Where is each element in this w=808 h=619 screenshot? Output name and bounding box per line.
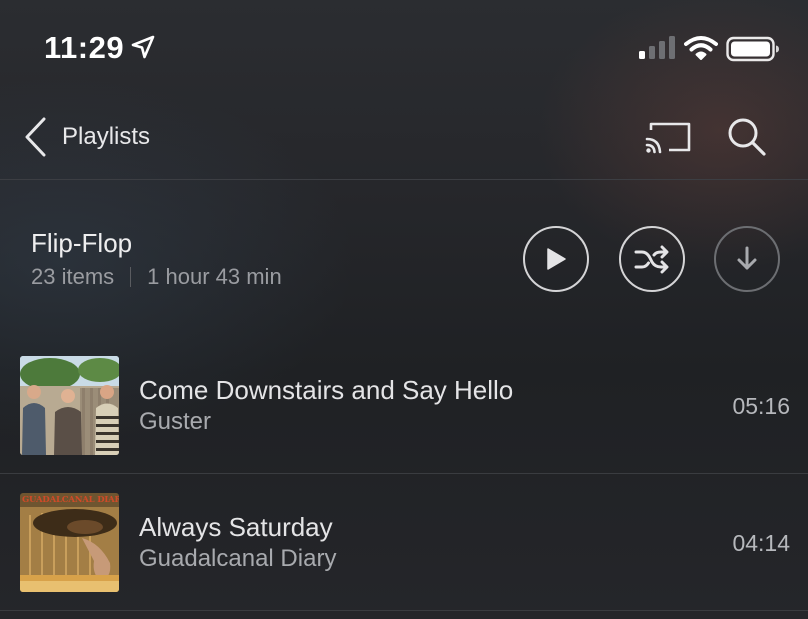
album-art-text: GUADALCANAL DIARY (22, 495, 119, 505)
status-bar: 11:29 (0, 0, 808, 96)
back-button[interactable]: Playlists (22, 114, 150, 160)
cast-icon (645, 122, 691, 154)
status-time: 11:29 (44, 30, 125, 65)
play-icon (547, 248, 566, 270)
shuffle-icon (634, 245, 669, 274)
chevron-left-icon (25, 117, 46, 157)
battery-icon (726, 36, 779, 62)
navigation-bar: Playlists (0, 96, 808, 180)
track-artist: Guster (139, 408, 212, 435)
playlist-meta: 23 items 1 hour 43 min (31, 264, 282, 290)
download-icon (737, 246, 757, 270)
play-button[interactable] (523, 226, 589, 292)
shuffle-button[interactable] (619, 226, 685, 292)
playlist-duration: 1 hour 43 min (147, 264, 282, 289)
music-app-screen: 11:29 Playlists Flip-Flop 23 items 1 hou… (0, 0, 808, 619)
playlist-title: Flip-Flop (31, 228, 133, 258)
meta-divider (130, 267, 132, 287)
album-art (20, 356, 119, 455)
playlist-item-count: 23 items (31, 264, 115, 289)
cast-button[interactable] (644, 118, 692, 158)
track-row[interactable]: Come Downstairs and Say Hello Guster 05:… (0, 337, 808, 474)
track-duration: 05:16 (732, 393, 790, 419)
track-artist: Guadalcanal Diary (139, 545, 337, 572)
back-button-label: Playlists (62, 123, 151, 150)
track-row[interactable]: GUADALCANAL DIARY Always Saturday Guadal… (0, 474, 808, 611)
search-button[interactable] (724, 114, 770, 160)
album-art-image (20, 493, 119, 592)
album-art: GUADALCANAL DIARY (20, 493, 119, 592)
cellular-signal-icon (639, 36, 675, 59)
playlist-header: Flip-Flop 23 items 1 hour 43 min (0, 181, 808, 341)
wifi-icon (684, 36, 718, 60)
track-title: Always Saturday (139, 512, 333, 542)
track-duration: 04:14 (732, 530, 790, 556)
track-title: Come Downstairs and Say Hello (139, 375, 514, 405)
search-icon (728, 118, 766, 156)
location-arrow-icon (131, 35, 155, 59)
album-art-image (20, 356, 119, 455)
download-button[interactable] (714, 226, 780, 292)
